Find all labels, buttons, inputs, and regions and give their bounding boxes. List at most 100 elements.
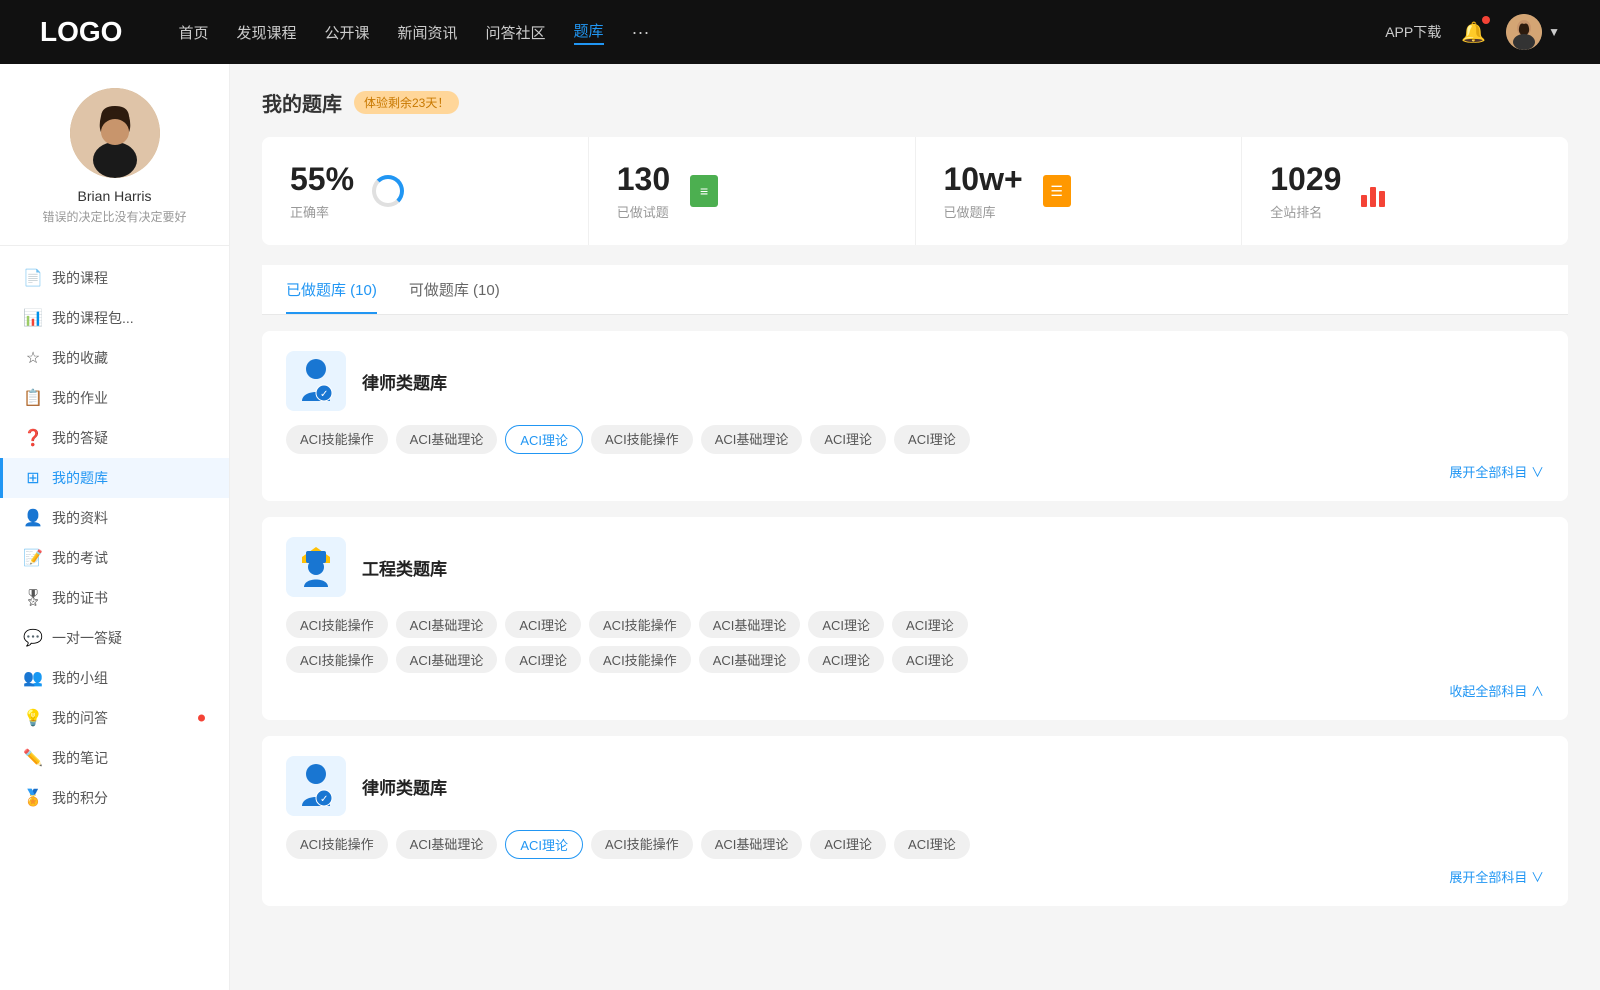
eng-tag-2[interactable]: ACI理论 [505, 611, 581, 638]
notification-badge [1482, 16, 1490, 24]
tag-1[interactable]: ACI基础理论 [396, 425, 498, 454]
chart-bar-2 [1370, 187, 1376, 207]
eng-tag2-1[interactable]: ACI基础理论 [396, 646, 498, 673]
main-content: 我的题库 体验剩余23天！ 55% 正确率 130 已做试题 [230, 64, 1600, 990]
nav-home[interactable]: 首页 [178, 22, 208, 43]
qbank-card-lawyer-2: ✓ 律师类题库 ACI技能操作 ACI基础理论 ACI理论 ACI技能操作 AC… [262, 736, 1568, 906]
tag-0[interactable]: ACI技能操作 [286, 425, 388, 454]
eng-tag-1[interactable]: ACI基础理论 [396, 611, 498, 638]
note-icon: ✏️ [24, 749, 42, 767]
nav-qa[interactable]: 问答社区 [486, 22, 546, 43]
eng-tag2-5[interactable]: ACI理论 [808, 646, 884, 673]
qbank-icon-lawyer-2: ✓ [286, 756, 346, 816]
tag-5[interactable]: ACI理论 [810, 425, 886, 454]
stat-ranking: 1029 全站排名 [1242, 137, 1568, 245]
page-wrapper: Brian Harris 错误的决定比没有决定要好 📄 我的课程 📊 我的课程包… [0, 64, 1600, 990]
qbank-header-2: 工程类题库 [286, 537, 1544, 597]
accuracy-icon [370, 173, 406, 209]
chart-bar-3 [1379, 191, 1385, 207]
ranking-label: 全站排名 [1270, 202, 1341, 221]
tab-done-banks[interactable]: 已做题库 (10) [286, 265, 377, 314]
expand-link-3[interactable]: 展开全部科目 ∨ [286, 867, 1544, 886]
questions-done-icon [686, 173, 722, 209]
sidebar-item-groups[interactable]: 👥 我的小组 [0, 658, 229, 698]
page-header: 我的题库 体验剩余23天！ [262, 88, 1568, 117]
eng-tag-0[interactable]: ACI技能操作 [286, 611, 388, 638]
sidebar-item-qbank[interactable]: ⊞ 我的题库 [0, 458, 229, 498]
stat-questions-done: 130 已做试题 [589, 137, 916, 245]
stat-accuracy: 55% 正确率 [262, 137, 589, 245]
sidebar-item-notes[interactable]: ✏️ 我的笔记 [0, 738, 229, 778]
sidebar-username: Brian Harris [78, 188, 152, 204]
law2-tag-0[interactable]: ACI技能操作 [286, 830, 388, 859]
qbank-title-1: 律师类题库 [362, 369, 447, 394]
sidebar-item-qa[interactable]: ❓ 我的答疑 [0, 418, 229, 458]
sidebar-item-questions[interactable]: 💡 我的问答 [0, 698, 229, 738]
avatar [1506, 14, 1542, 50]
nav-menu: 首页 发现课程 公开课 新闻资讯 问答社区 题库 ··· [178, 20, 1353, 45]
eng-tag2-6[interactable]: ACI理论 [892, 646, 968, 673]
tag-6[interactable]: ACI理论 [894, 425, 970, 454]
app-download-button[interactable]: APP下载 [1385, 22, 1441, 42]
eng-tag2-0[interactable]: ACI技能操作 [286, 646, 388, 673]
law2-tag-4[interactable]: ACI基础理论 [701, 830, 803, 859]
banks-done-label: 已做题库 [944, 202, 1023, 221]
sidebar-item-profile[interactable]: 👤 我的资料 [0, 498, 229, 538]
donut-chart-icon [372, 175, 404, 207]
qa-icon: 💡 [24, 709, 42, 727]
lawyer-svg-icon: ✓ [294, 357, 338, 405]
sidebar-item-homework[interactable]: 📋 我的作业 [0, 378, 229, 418]
eng-tag-6[interactable]: ACI理论 [892, 611, 968, 638]
tab-available-banks[interactable]: 可做题库 (10) [409, 265, 500, 314]
eng-tag2-4[interactable]: ACI基础理论 [699, 646, 801, 673]
expand-link-1[interactable]: 展开全部科目 ∨ [286, 462, 1544, 481]
grid-icon: ⊞ [24, 469, 42, 487]
tag-4[interactable]: ACI基础理论 [701, 425, 803, 454]
notification-bell[interactable]: 🔔 [1461, 20, 1486, 45]
sidebar-item-certificate[interactable]: 🎖 我的证书 [0, 578, 229, 618]
sidebar-item-exam[interactable]: 📝 我的考试 [0, 538, 229, 578]
sidebar-profile: Brian Harris 错误的决定比没有决定要好 [0, 88, 229, 246]
eng-tag-3[interactable]: ACI技能操作 [589, 611, 691, 638]
tag-2[interactable]: ACI理论 [505, 425, 583, 454]
nav-qbank[interactable]: 题库 [574, 20, 604, 45]
law2-tag-3[interactable]: ACI技能操作 [591, 830, 693, 859]
qbank-header-1: ✓ 律师类题库 [286, 351, 1544, 411]
nav-open-course[interactable]: 公开课 [324, 22, 369, 43]
star-icon: ☆ [24, 349, 42, 367]
sidebar-item-points[interactable]: 🏅 我的积分 [0, 778, 229, 818]
chat-icon: 💬 [24, 629, 42, 647]
stats-row: 55% 正确率 130 已做试题 10w+ 已做题库 [262, 137, 1568, 245]
nav-courses[interactable]: 发现课程 [236, 22, 296, 43]
sidebar-item-tutor[interactable]: 💬 一对一答疑 [0, 618, 229, 658]
law2-tag-2[interactable]: ACI理论 [505, 830, 583, 859]
user-avatar-button[interactable]: ▼ [1506, 14, 1560, 50]
law2-tag-1[interactable]: ACI基础理论 [396, 830, 498, 859]
banks-done-value: 10w+ [944, 161, 1023, 198]
eng-tag-5[interactable]: ACI理论 [808, 611, 884, 638]
qbank-tags-3: ACI技能操作 ACI基础理论 ACI理论 ACI技能操作 ACI基础理论 AC… [286, 830, 1544, 859]
law2-tag-6[interactable]: ACI理论 [894, 830, 970, 859]
person-icon: 👤 [24, 509, 42, 527]
ranking-icon [1357, 173, 1393, 209]
questions-done-label: 已做试题 [617, 202, 670, 221]
page-title: 我的题库 [262, 88, 342, 117]
engineer-svg-icon [294, 543, 338, 591]
sidebar-avatar [70, 88, 160, 178]
nav-news[interactable]: 新闻资讯 [398, 22, 458, 43]
navbar-right: APP下载 🔔 ▼ [1385, 14, 1560, 50]
banks-done-icon [1039, 173, 1075, 209]
eng-tag-4[interactable]: ACI基础理论 [699, 611, 801, 638]
tag-3[interactable]: ACI技能操作 [591, 425, 693, 454]
tab-row: 已做题库 (10) 可做题库 (10) [262, 265, 1568, 315]
homework-icon: 📋 [24, 389, 42, 407]
sidebar-item-course-packages[interactable]: 📊 我的课程包... [0, 298, 229, 338]
law2-tag-5[interactable]: ACI理论 [810, 830, 886, 859]
collapse-link-2[interactable]: 收起全部科目 ∧ [286, 681, 1544, 700]
accuracy-value: 55% [290, 161, 354, 198]
nav-more[interactable]: ··· [632, 22, 650, 43]
eng-tag2-3[interactable]: ACI技能操作 [589, 646, 691, 673]
sidebar-item-my-courses[interactable]: 📄 我的课程 [0, 258, 229, 298]
eng-tag2-2[interactable]: ACI理论 [505, 646, 581, 673]
sidebar-item-favorites[interactable]: ☆ 我的收藏 [0, 338, 229, 378]
